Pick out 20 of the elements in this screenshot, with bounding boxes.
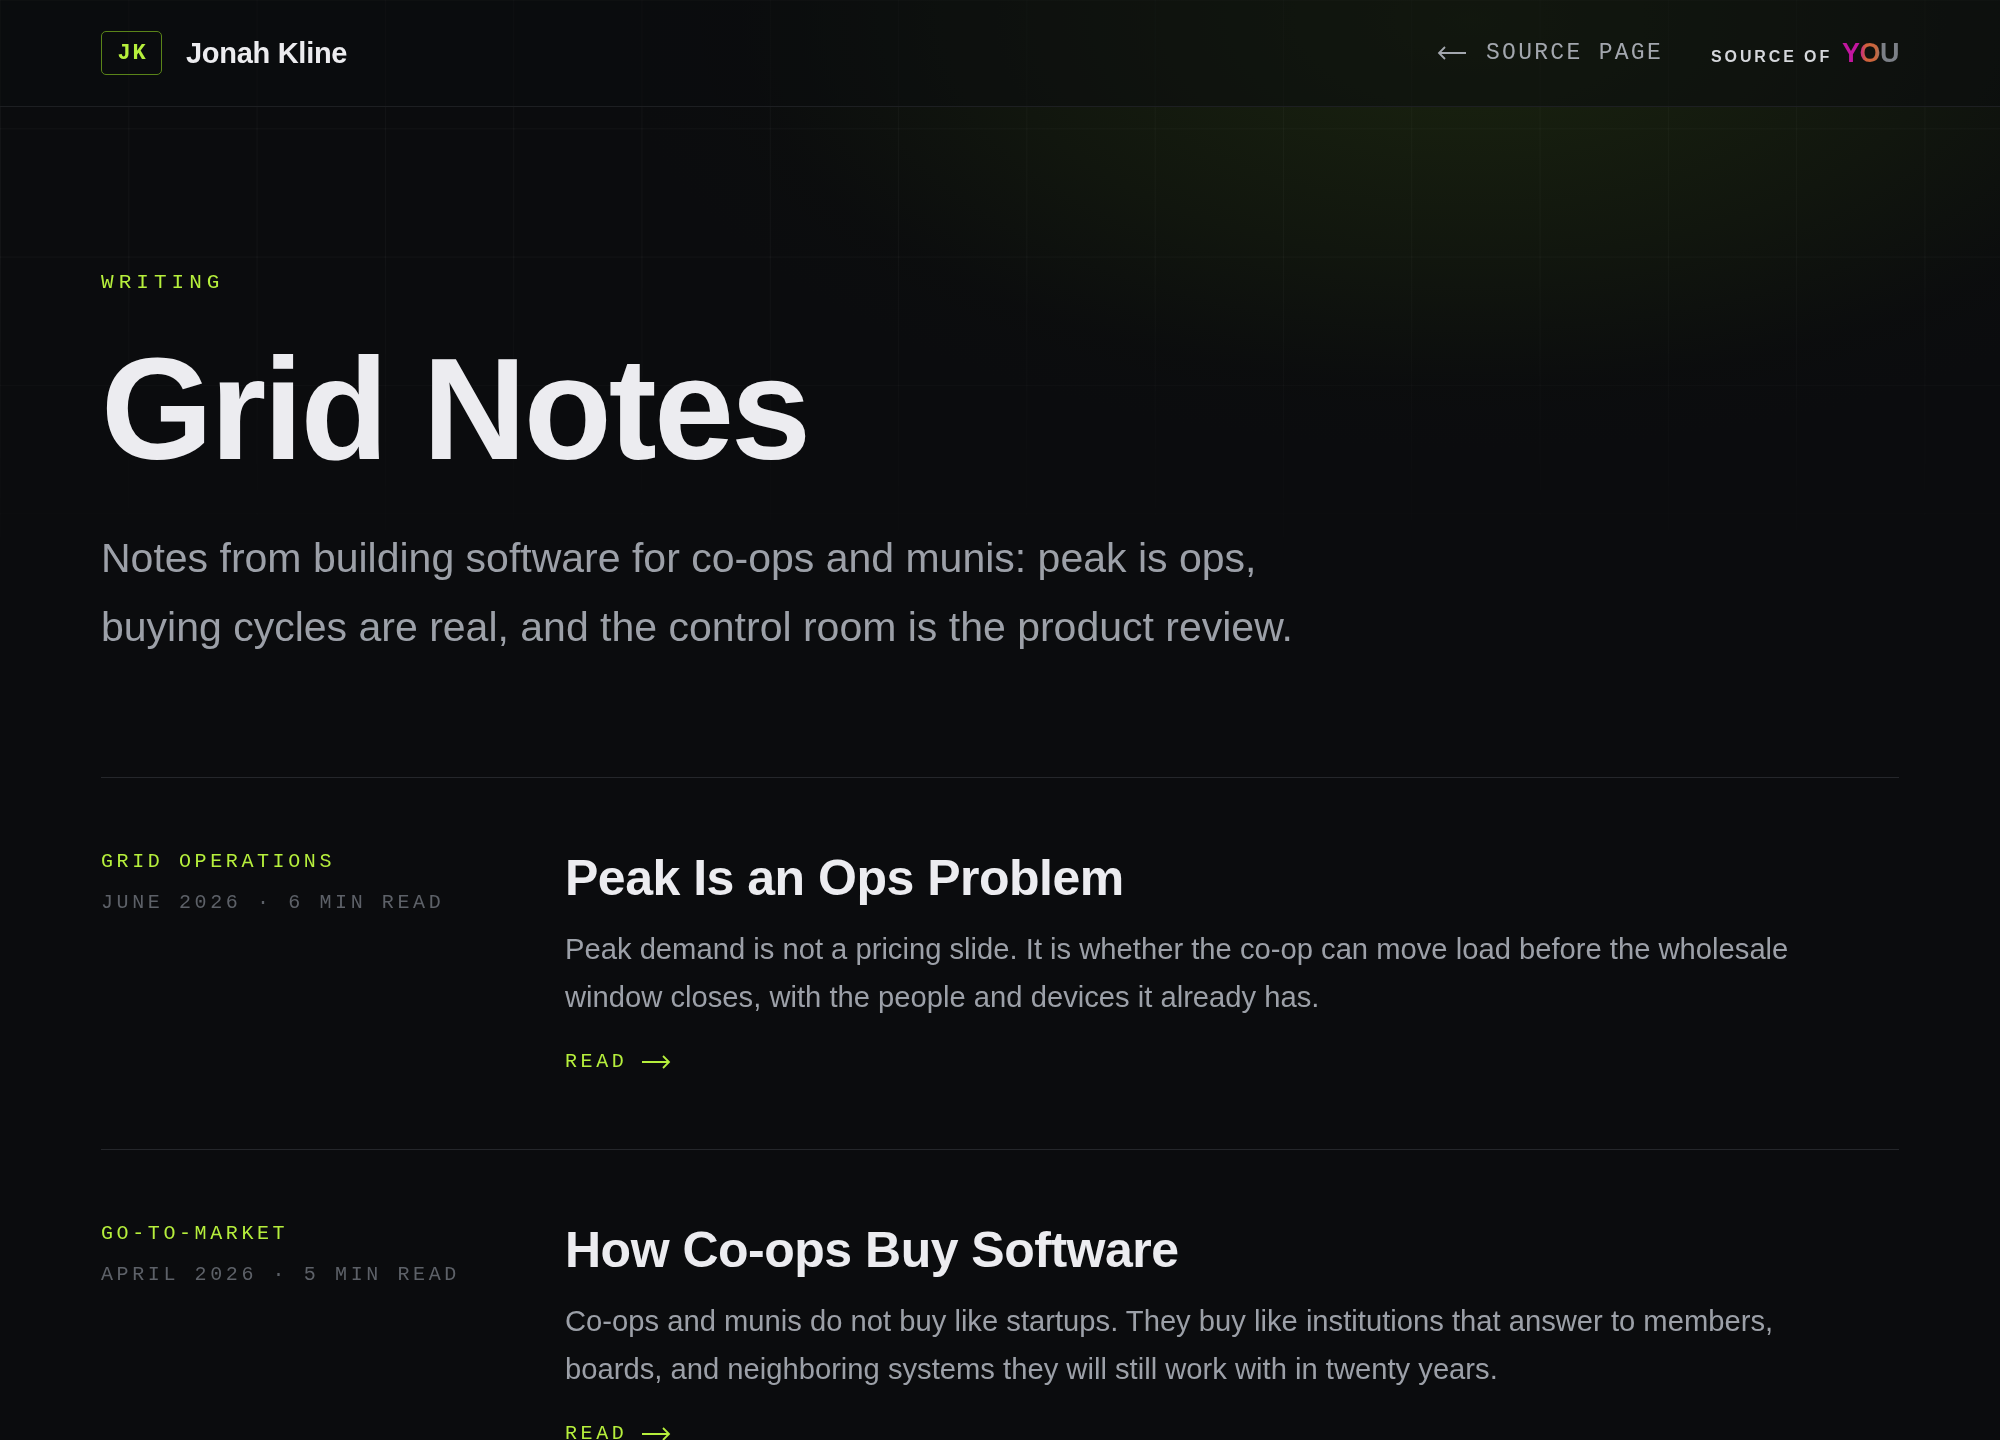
- section-eyebrow: WRITING: [101, 271, 225, 295]
- read-link[interactable]: READ: [565, 1050, 672, 1074]
- article-category: GO-TO-MARKET: [101, 1222, 289, 1246]
- article-title: Peak Is an Ops Problem: [565, 849, 1124, 908]
- article-meta: APRIL 2026 · 5 MIN READ: [101, 1263, 460, 1287]
- article-title: How Co-ops Buy Software: [565, 1221, 1179, 1280]
- article-category: GRID OPERATIONS: [101, 850, 336, 874]
- arrow-right-icon: [641, 1055, 672, 1069]
- page-title: Grid Notes: [101, 340, 809, 480]
- brand-link[interactable]: SOURCE OF YOU: [1711, 37, 1899, 69]
- article-meta: JUNE 2026 · 6 MIN READ: [101, 891, 445, 915]
- article-excerpt: Peak demand is not a pricing slide. It is whether the co-op can move load before the wholesale window closes, with the people and devices it already has.: [565, 932, 1790, 1015]
- arrow-left-icon: [1436, 46, 1467, 60]
- article-excerpt: Co-ops and munis do not buy like startups. They buy like institutions that answer to members, boards, and neighboring systems they will still work with in twenty years.: [565, 1304, 1775, 1387]
- read-link[interactable]: READ: [565, 1422, 672, 1440]
- source-page-link[interactable]: SOURCE PAGE: [1436, 40, 1664, 66]
- arrow-right-icon: [641, 1427, 672, 1440]
- site-name: Jonah Kline: [186, 36, 348, 70]
- page-description: Notes from building software for co-ops and munis: peak is ops, buying cycles are real, and the control room is the product review.: [101, 534, 1294, 652]
- monogram-badge: JK: [101, 31, 162, 75]
